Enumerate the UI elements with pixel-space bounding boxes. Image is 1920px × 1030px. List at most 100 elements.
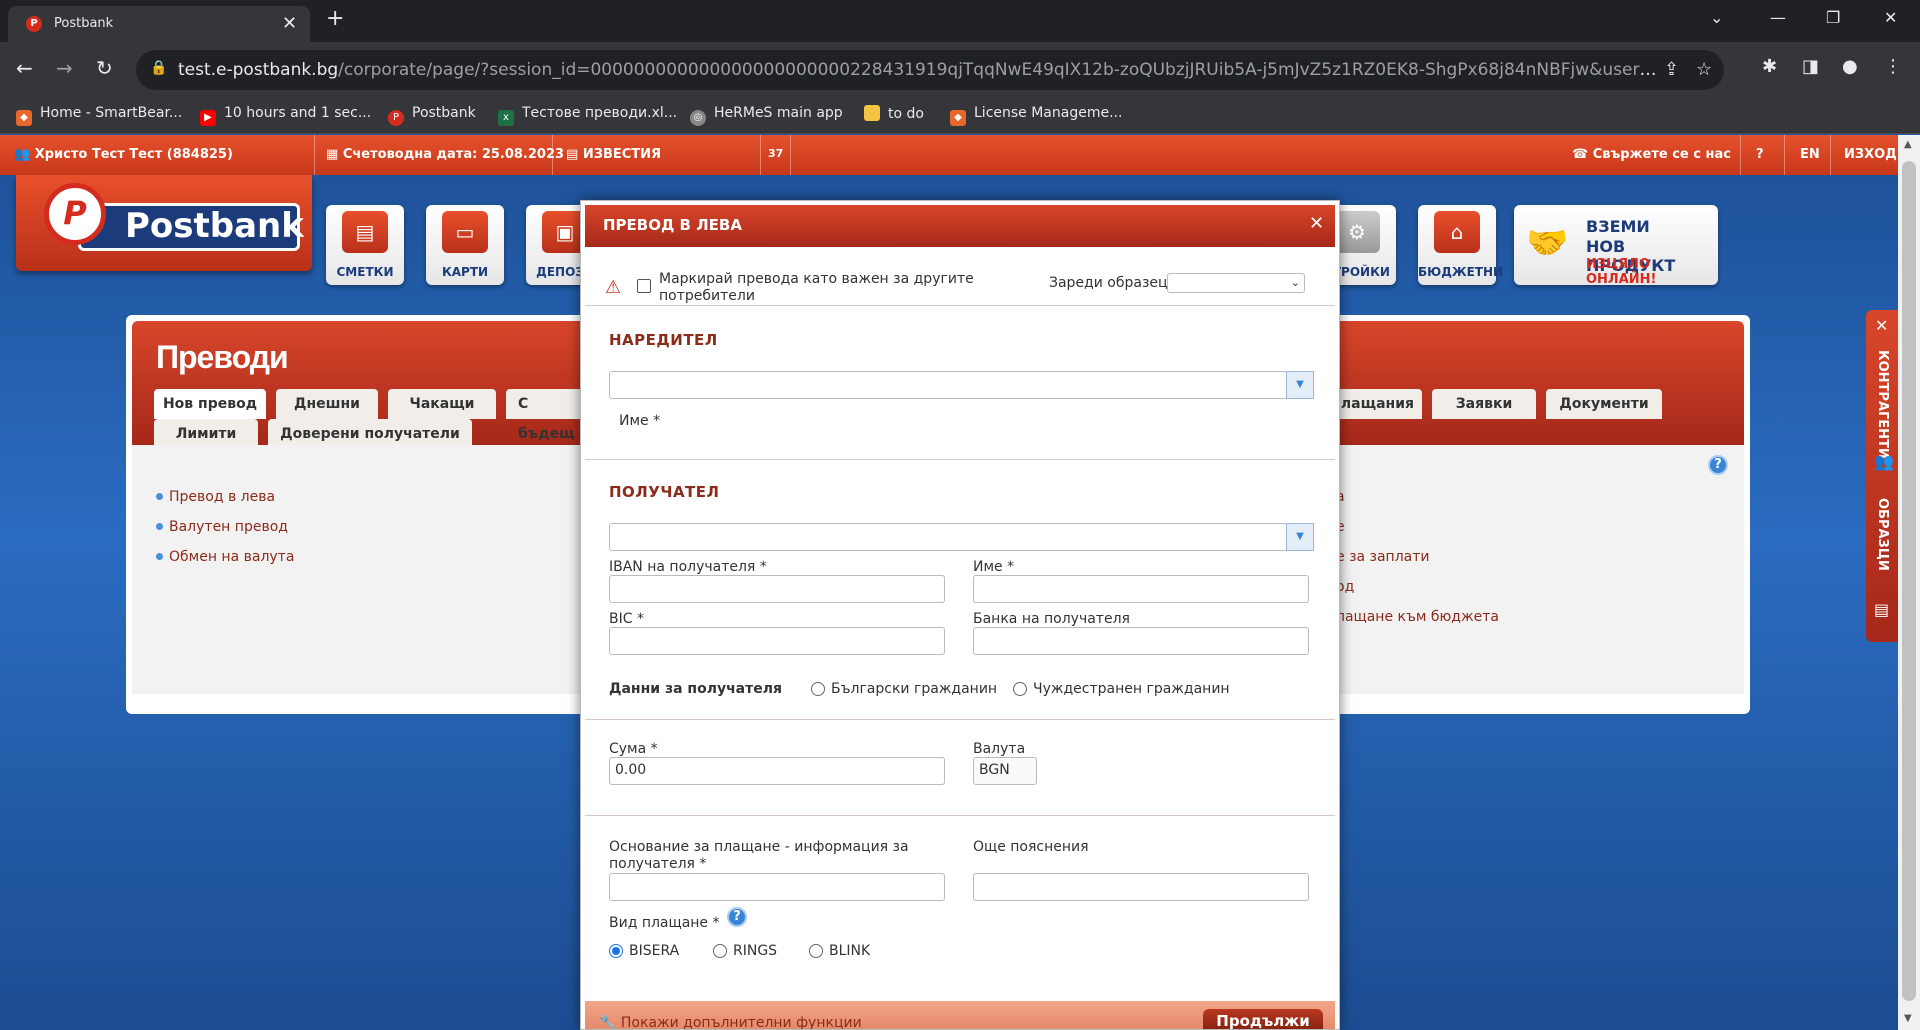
url-bar[interactable]: 🔒 test.e-postbank.bg/corporate/page/?ses… [136,50,1724,90]
foreign-citizen-radio[interactable] [1013,682,1027,696]
tab-new-transfer[interactable]: Нов превод [154,389,266,419]
divider [585,815,1335,816]
divider [585,305,1335,306]
logo-wordmark: Postbank [78,203,304,251]
close-tab-icon[interactable]: ✕ [282,13,297,34]
load-template-label: Зареди образец [1049,275,1168,291]
cards-icon: ▭ [442,211,488,253]
extra-info-input[interactable] [973,873,1309,901]
user-info[interactable]: 👥 Христо Тест Тест (884825) [14,147,233,162]
tab-documents[interactable]: Документи [1546,389,1662,419]
close-icon[interactable]: ✕ [1309,213,1324,234]
reason-input[interactable] [609,873,945,901]
bookmark-item[interactable]: ▶ 10 hours and 1 sec... [200,105,371,126]
address-toolbar: ← → ↻ 🔒 test.e-postbank.bg/corporate/pag… [0,42,1920,98]
page-scrollbar[interactable]: ▲ ▼ [1898,135,1920,1030]
more-functions-link[interactable]: 🔧 Покажи допълнителни функции [599,1015,862,1029]
bisera-radio[interactable] [609,944,623,958]
calendar-icon: ▦ [326,147,339,162]
reload-icon[interactable]: ↻ [96,56,113,80]
bookmark-item[interactable]: ◆ License Manageme... [950,105,1122,126]
share-icon[interactable]: ⇪ [1664,59,1679,80]
scroll-down-icon[interactable]: ▼ [1904,1013,1912,1024]
warning-icon: ⚠ [605,277,622,298]
logout-link[interactable]: ИЗХОД [1844,147,1897,162]
templates-tab[interactable]: ОБРАЗЦИ [1875,498,1890,571]
bank-input[interactable] [973,627,1309,655]
reason-label: Основание за плащане - информация за [609,839,909,855]
bulgarian-citizen-radio[interactable] [811,682,825,696]
new-tab-icon[interactable]: + [326,6,344,31]
tab-requests[interactable]: Заявки [1432,389,1536,419]
rings-radio[interactable] [713,944,727,958]
template-select[interactable]: ⌄ [1167,273,1305,293]
link-bgn-transfer[interactable]: Превод в лева [156,489,275,505]
postbank-logo[interactable]: Postbank P [16,175,312,271]
bookmark-item[interactable]: to do [864,105,924,122]
help-book-icon[interactable]: ? [1756,147,1764,162]
link-salaries[interactable]: е за заплати [1336,549,1430,565]
minimize-icon[interactable]: — [1770,8,1786,27]
language-switch[interactable]: EN [1800,147,1820,162]
reason-label-cont: получателя * [609,856,707,872]
link-budget-payment[interactable]: лащане към бюджета [1336,609,1499,625]
continue-button[interactable]: Продължи [1203,1009,1323,1029]
recipient-name-input[interactable] [973,575,1309,603]
side-panel-icon[interactable]: ◨ [1802,56,1819,77]
contact-link[interactable]: ☎ Свържете се с нас [1572,147,1731,162]
tile-label: КАРТИ [441,265,489,279]
news-count-badge: 37 [768,147,784,160]
tile-accounts[interactable]: ▤ СМЕТКИ [326,205,404,285]
bank-building-icon: ⌂ [1434,211,1480,253]
bookmark-item[interactable]: ◎ HeRMeS main app [690,105,843,126]
bookmark-item[interactable]: x Тестове преводи.xl... [498,105,677,126]
scroll-up-icon[interactable]: ▲ [1904,139,1912,150]
bookmark-star-icon[interactable]: ☆ [1696,59,1712,80]
news-link[interactable]: ▤ ИЗВЕСТИЯ [566,147,661,162]
link-currency-exchange[interactable]: Обмен на валута [156,549,294,565]
bic-input[interactable] [609,627,945,655]
bookmark-item[interactable]: P Postbank [388,105,476,126]
link-currency-transfer[interactable]: Валутен превод [156,519,288,535]
payment-type-label: Вид плащане * [609,915,720,931]
divider [790,135,791,175]
browser-tab[interactable]: P Postbank ✕ [8,6,310,42]
recipient-input[interactable] [609,523,1287,551]
close-window-icon[interactable]: ✕ [1884,8,1897,27]
blink-radio[interactable] [809,944,823,958]
rings-label: RINGS [733,943,778,959]
new-product-banner[interactable]: 🤝 ВЗЕМИ НОВ ПРОДУКТ ИЗЦЯЛО ОНЛАЙН! [1514,205,1718,287]
scroll-thumb[interactable] [1902,161,1916,1001]
payer-dropdown-icon[interactable]: ▼ [1286,371,1314,399]
help-icon[interactable]: ? [1708,455,1728,475]
smartbear-icon: ◆ [16,110,32,126]
tab-search-icon[interactable]: ⌄ [1710,8,1723,27]
close-drawer-icon[interactable]: ✕ [1875,316,1888,335]
tab-pending[interactable]: Чакащи [388,389,496,419]
recipient-dropdown-icon[interactable]: ▼ [1286,523,1314,551]
blink-label: BLINK [829,943,871,959]
payment-type-help-icon[interactable]: ? [727,907,747,927]
extensions-icon[interactable]: ✱ [1762,56,1777,77]
restore-icon[interactable]: ❐ [1826,8,1840,27]
tile-label: БЮДЖЕТНИ [1418,265,1504,279]
tab-future[interactable]: С бъдещ [506,389,586,442]
profile-icon[interactable]: ● [1842,56,1858,77]
tab-payments[interactable]: лащания [1336,389,1422,419]
bookmark-item[interactable]: ◆ Home - SmartBear... [16,105,182,126]
smartbear-icon: ◆ [950,110,966,126]
tile-cards[interactable]: ▭ КАРТИ [426,205,504,285]
tile-budgets[interactable]: ⌂ БЮДЖЕТНИ [1418,205,1504,285]
amount-input[interactable]: 0.00 [609,757,945,785]
recipient-name-label: Име * [973,559,1015,575]
payer-input[interactable] [609,371,1287,399]
tab-today[interactable]: Днешни [276,389,378,419]
contacts-tab[interactable]: КОНТРАГЕНТИ [1875,350,1890,459]
forward-icon[interactable]: → [56,56,73,80]
important-checkbox[interactable] [637,279,651,293]
recipient-data-label: Данни за получателя [609,681,782,697]
back-icon[interactable]: ← [16,56,33,80]
menu-icon[interactable]: ⋮ [1884,56,1902,77]
foreign-citizen-label: Чуждестранен гражданин [1033,681,1230,697]
iban-input[interactable] [609,575,945,603]
